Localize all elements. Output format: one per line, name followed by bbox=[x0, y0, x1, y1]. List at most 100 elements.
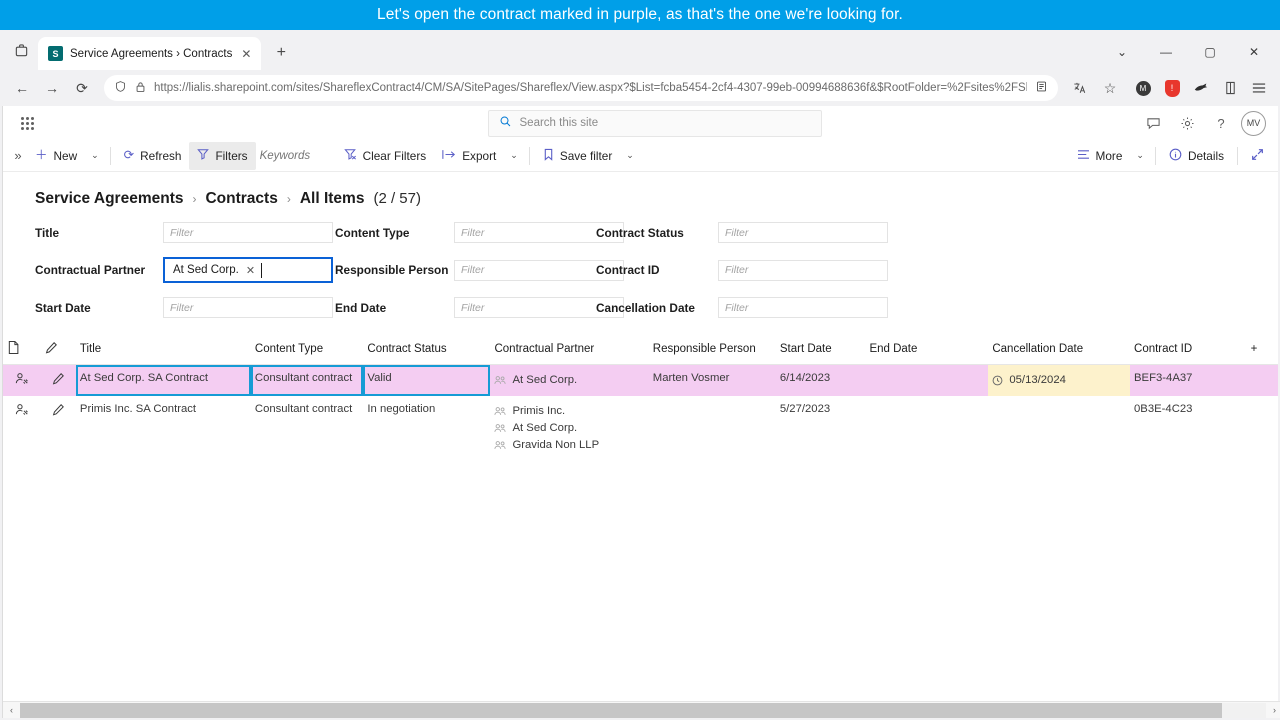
cell-contractual-partner[interactable]: At Sed Corp. bbox=[490, 365, 648, 396]
site-search-box[interactable]: Search this site bbox=[487, 109, 822, 137]
save-filter-chevron-down-icon[interactable]: ⌄ bbox=[620, 142, 640, 170]
horizontal-scrollbar[interactable]: ‹ › bbox=[3, 701, 1280, 718]
reader-mode-icon[interactable] bbox=[1035, 80, 1048, 96]
refresh-button[interactable]: ⟳ Refresh bbox=[116, 142, 190, 170]
instruction-text: Let's open the contract marked in purple… bbox=[377, 6, 903, 23]
filter-input-title[interactable]: Filter bbox=[163, 222, 333, 243]
cell-contractual-partner[interactable]: Primis Inc. At Sed Corp. Gravida Non LLP bbox=[490, 396, 648, 461]
expand-view-button[interactable] bbox=[1243, 142, 1272, 170]
back-button[interactable]: ← bbox=[8, 74, 36, 102]
row-edit-icon[interactable] bbox=[41, 365, 76, 396]
split-screen-icon[interactable] bbox=[1217, 75, 1243, 101]
forward-button[interactable]: → bbox=[38, 74, 66, 102]
filter-chip-label: At Sed Corp. bbox=[173, 264, 239, 276]
column-title[interactable]: Title bbox=[75, 334, 251, 365]
filter-chip-remove-icon[interactable]: ✕ bbox=[246, 264, 255, 277]
more-button[interactable]: More bbox=[1069, 142, 1131, 170]
filter-input-start-date[interactable]: Filter bbox=[163, 297, 333, 318]
cell-end-date[interactable] bbox=[865, 365, 988, 396]
partner-item: Primis Inc. bbox=[494, 403, 644, 420]
extension-icon[interactable] bbox=[1188, 75, 1214, 101]
column-contractual-partner[interactable]: Contractual Partner bbox=[490, 334, 649, 365]
row-permissions-icon[interactable] bbox=[3, 396, 41, 461]
bookmark-icon bbox=[543, 148, 554, 164]
scroll-right-arrow[interactable]: › bbox=[1266, 705, 1280, 715]
breadcrumb-list[interactable]: Contracts bbox=[205, 190, 277, 208]
cell-title[interactable]: Primis Inc. SA Contract bbox=[76, 396, 251, 461]
cell-start-date[interactable]: 6/14/2023 bbox=[776, 365, 866, 396]
row-edit-icon[interactable] bbox=[41, 396, 76, 461]
column-end-date[interactable]: End Date bbox=[865, 334, 989, 365]
cell-contract-status[interactable]: Valid bbox=[363, 364, 491, 396]
column-start-date[interactable]: Start Date bbox=[775, 334, 866, 365]
filter-input-cancellation-date[interactable]: Filter bbox=[718, 297, 888, 318]
column-content-type[interactable]: Content Type bbox=[250, 334, 364, 365]
browser-menu-icon[interactable] bbox=[1246, 75, 1272, 101]
details-button[interactable]: Details bbox=[1161, 142, 1232, 170]
save-filter-button[interactable]: Save filter bbox=[535, 142, 620, 170]
column-contract-id[interactable]: Contract ID bbox=[1130, 334, 1247, 365]
app-launcher-icon[interactable] bbox=[13, 109, 41, 137]
cell-contract-id[interactable]: 0B3E-4C23 bbox=[1130, 396, 1247, 461]
cell-cancellation-date[interactable] bbox=[988, 396, 1130, 461]
cell-start-date[interactable]: 5/27/2023 bbox=[776, 396, 866, 461]
column-edit-icon[interactable] bbox=[40, 334, 76, 365]
cell-title[interactable]: At Sed Corp. SA Contract bbox=[75, 364, 251, 396]
shield-extension-icon[interactable]: ! bbox=[1159, 75, 1185, 101]
cell-contract-id[interactable]: BEF3-4A37 bbox=[1130, 365, 1247, 396]
breadcrumb-site[interactable]: Service Agreements bbox=[35, 190, 183, 208]
reload-button[interactable]: ⟳ bbox=[68, 74, 96, 102]
cell-content-type[interactable]: Consultant contract bbox=[251, 396, 363, 461]
close-window-button[interactable]: ✕ bbox=[1232, 36, 1276, 68]
minimize-button[interactable]: — bbox=[1144, 36, 1188, 68]
breadcrumb-view[interactable]: All Items bbox=[300, 190, 365, 208]
column-cancellation-date[interactable]: Cancellation Date bbox=[988, 334, 1131, 365]
refresh-label: Refresh bbox=[140, 148, 182, 163]
favorite-star-icon[interactable]: ☆ bbox=[1096, 74, 1124, 102]
collapse-nav-icon[interactable]: » bbox=[9, 148, 27, 163]
filter-input-contract-id[interactable]: Filter bbox=[718, 259, 888, 281]
keywords-input[interactable] bbox=[259, 144, 332, 167]
table-row[interactable]: At Sed Corp. SA Contract Consultant cont… bbox=[3, 364, 1278, 396]
new-button[interactable]: ＋ New bbox=[27, 142, 85, 170]
column-responsible-person[interactable]: Responsible Person bbox=[648, 334, 776, 365]
export-chevron-down-icon[interactable]: ⌄ bbox=[504, 142, 524, 170]
settings-gear-icon[interactable] bbox=[1173, 109, 1201, 137]
browser-tab[interactable]: S Service Agreements › Contracts ✕ bbox=[38, 37, 262, 70]
profile-icon[interactable]: M bbox=[1130, 75, 1156, 101]
scrollbar-thumb[interactable] bbox=[20, 702, 1223, 718]
cell-contract-status[interactable]: In negotiation bbox=[363, 396, 490, 461]
new-tab-button[interactable]: + bbox=[267, 39, 295, 67]
cell-content-type[interactable]: Consultant contract bbox=[250, 364, 364, 396]
cell-responsible-person[interactable] bbox=[649, 396, 776, 461]
tab-search-icon[interactable] bbox=[4, 33, 38, 67]
cell-responsible-person[interactable]: Marten Vosmer bbox=[649, 365, 776, 396]
expand-icon bbox=[1251, 148, 1264, 164]
tab-list-chevron-down-icon[interactable]: ⌄ bbox=[1100, 36, 1144, 68]
column-contract-status[interactable]: Contract Status bbox=[363, 334, 491, 365]
help-icon[interactable]: ? bbox=[1207, 109, 1235, 137]
filter-icon bbox=[197, 148, 210, 163]
export-button[interactable]: Export bbox=[434, 142, 504, 170]
row-permissions-icon[interactable] bbox=[3, 365, 41, 396]
scroll-left-arrow[interactable]: ‹ bbox=[3, 705, 20, 715]
user-avatar[interactable]: MV bbox=[1241, 110, 1266, 136]
add-column-button[interactable]: + bbox=[1246, 334, 1278, 365]
table-row[interactable]: Primis Inc. SA Contract Consultant contr… bbox=[3, 396, 1278, 461]
tab-close-icon[interactable]: ✕ bbox=[239, 47, 253, 61]
new-chevron-down-icon[interactable]: ⌄ bbox=[85, 142, 105, 170]
filter-input-contract-status[interactable]: Filter bbox=[718, 222, 888, 243]
clear-filters-button[interactable]: Clear Filters bbox=[336, 142, 435, 170]
column-document-icon[interactable] bbox=[3, 334, 41, 365]
cell-end-date[interactable] bbox=[865, 396, 988, 461]
cell-cancellation-date[interactable]: 05/13/2024 bbox=[988, 364, 1131, 396]
feedback-icon[interactable] bbox=[1139, 109, 1167, 137]
scrollbar-track[interactable] bbox=[20, 702, 1266, 718]
more-chevron-down-icon[interactable]: ⌄ bbox=[1130, 142, 1150, 170]
tab-title: Service Agreements › Contracts bbox=[70, 47, 233, 60]
filter-input-contractual-partner[interactable]: At Sed Corp. ✕ bbox=[163, 257, 333, 283]
address-bar[interactable]: https://lialis.sharepoint.com/sites/Shar… bbox=[104, 75, 1058, 101]
translate-icon[interactable] bbox=[1066, 74, 1094, 102]
maximize-button[interactable]: ▢ bbox=[1188, 36, 1232, 68]
filters-button[interactable]: Filters bbox=[189, 141, 256, 170]
